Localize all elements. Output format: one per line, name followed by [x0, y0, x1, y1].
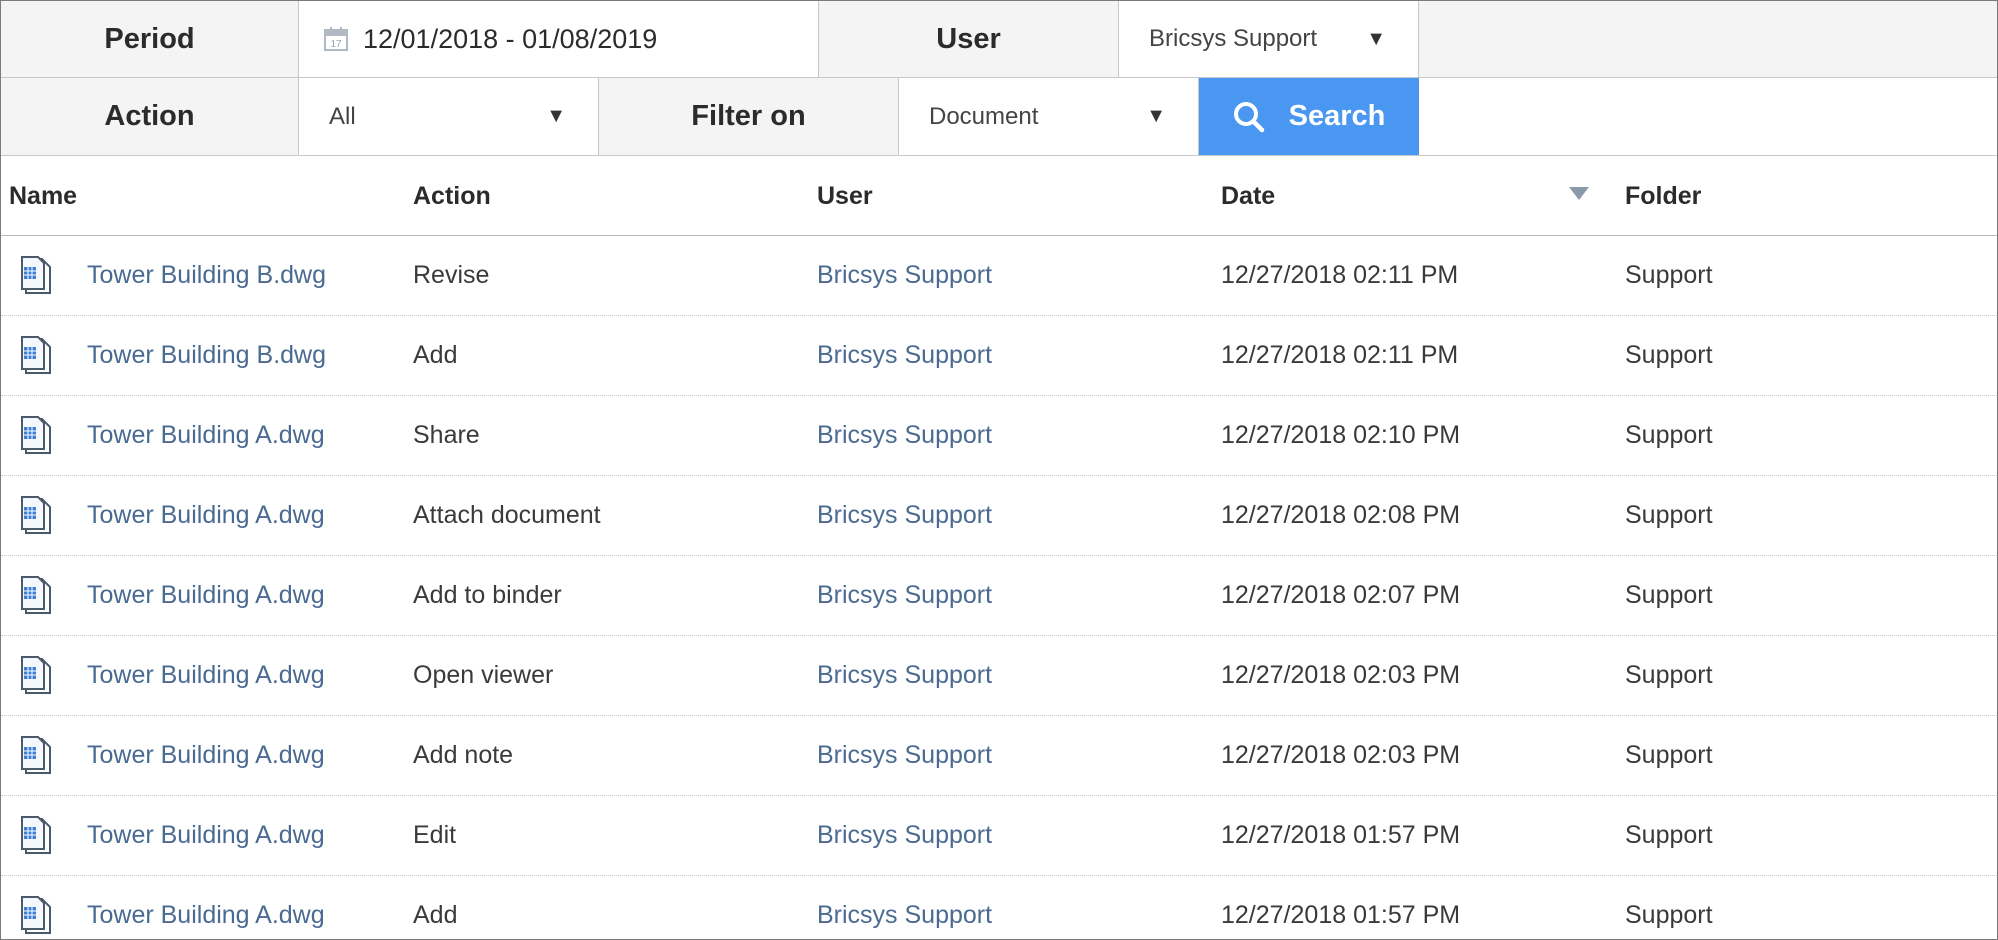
row-action: Add note	[413, 741, 514, 769]
row-user-link[interactable]: Bricsys Support	[817, 716, 992, 795]
row-folder: Support	[1625, 901, 1713, 929]
row-user-link[interactable]: Bricsys Support	[817, 316, 992, 395]
column-header-date[interactable]: Date	[1221, 156, 1275, 236]
row-action: Share	[413, 421, 480, 449]
dwg-file-icon	[21, 256, 51, 294]
period-date-range-input[interactable]: 17 12/01/2018 - 01/08/2019	[299, 1, 819, 78]
filter-row-spacer	[1419, 78, 1997, 156]
row-date: 12/27/2018 02:07 PM	[1221, 581, 1461, 609]
row-action: Revise	[413, 261, 490, 289]
row-date: 12/27/2018 02:03 PM	[1221, 741, 1461, 769]
table-row[interactable]: Tower Building A.dwg Attach document Bri…	[1, 476, 1997, 556]
row-name-link[interactable]: Tower Building B.dwg	[87, 236, 326, 315]
calendar-icon[interactable]: 17	[323, 26, 349, 52]
search-button[interactable]: Search	[1199, 78, 1419, 156]
dwg-file-icon	[21, 576, 51, 614]
filter-row-spacer	[1419, 1, 1997, 78]
dwg-file-icon	[21, 896, 51, 934]
row-user-link[interactable]: Bricsys Support	[817, 636, 992, 715]
filter-on-label: Filter on	[599, 78, 899, 156]
row-action: Edit	[413, 821, 457, 849]
row-folder: Support	[1625, 421, 1713, 449]
column-header-name[interactable]: Name	[9, 156, 77, 236]
dwg-file-icon	[21, 336, 51, 374]
row-name-link[interactable]: Tower Building A.dwg	[87, 396, 325, 475]
table-header: Name Action User Date Folder	[1, 156, 1997, 236]
audit-log-panel: Period 17 12/01/2018 - 01/08/2019 User B…	[0, 0, 1998, 940]
sort-descending-icon[interactable]	[1569, 187, 1589, 200]
column-header-folder[interactable]: Folder	[1625, 156, 1701, 236]
row-name-link[interactable]: Tower Building A.dwg	[87, 556, 325, 635]
user-filter-value: Bricsys Support	[1149, 25, 1318, 52]
row-name-link[interactable]: Tower Building A.dwg	[87, 796, 325, 875]
table-row[interactable]: Tower Building B.dwg Add Bricsys Support…	[1, 316, 1997, 396]
column-header-user[interactable]: User	[817, 156, 873, 236]
row-action: Add	[413, 901, 458, 929]
filter-on-value: Document	[929, 102, 1039, 130]
row-name-link[interactable]: Tower Building A.dwg	[87, 876, 325, 939]
table-row[interactable]: Tower Building A.dwg Open viewer Bricsys…	[1, 636, 1997, 716]
table-row[interactable]: Tower Building A.dwg Add note Bricsys Su…	[1, 716, 1997, 796]
row-action: Attach document	[413, 501, 601, 529]
dwg-file-icon	[21, 816, 51, 854]
row-name-link[interactable]: Tower Building B.dwg	[87, 316, 326, 395]
row-user-link[interactable]: Bricsys Support	[817, 476, 992, 555]
row-action: Open viewer	[413, 661, 554, 689]
column-header-action[interactable]: Action	[413, 156, 491, 236]
row-user-link[interactable]: Bricsys Support	[817, 236, 992, 315]
row-folder: Support	[1625, 341, 1713, 369]
user-filter-label: User	[819, 1, 1119, 78]
period-label: Period	[1, 1, 299, 78]
row-action: Add to binder	[413, 581, 562, 609]
row-date: 12/27/2018 01:57 PM	[1221, 901, 1461, 929]
row-date: 12/27/2018 02:11 PM	[1221, 261, 1459, 289]
row-name-link[interactable]: Tower Building A.dwg	[87, 636, 325, 715]
filter-on-select[interactable]: Document ▼	[899, 78, 1199, 156]
row-user-link[interactable]: Bricsys Support	[817, 556, 992, 635]
table-row[interactable]: Tower Building A.dwg Edit Bricsys Suppor…	[1, 796, 1997, 876]
dwg-file-icon	[21, 416, 51, 454]
action-filter-label: Action	[1, 78, 299, 156]
row-date: 12/27/2018 02:08 PM	[1221, 501, 1461, 529]
row-folder: Support	[1625, 261, 1713, 289]
caret-down-icon: ▼	[1366, 27, 1386, 50]
row-date: 12/27/2018 02:10 PM	[1221, 421, 1461, 449]
row-user-link[interactable]: Bricsys Support	[817, 396, 992, 475]
action-filter-value: All	[329, 102, 356, 130]
row-folder: Support	[1625, 661, 1713, 689]
magnifier-icon	[1233, 101, 1264, 132]
table-row[interactable]: Tower Building A.dwg Add to binder Brics…	[1, 556, 1997, 636]
dwg-file-icon	[21, 736, 51, 774]
period-value: 12/01/2018 - 01/08/2019	[363, 23, 658, 54]
caret-down-icon: ▼	[546, 105, 566, 127]
row-action: Add	[413, 341, 458, 369]
row-folder: Support	[1625, 821, 1713, 849]
row-user-link[interactable]: Bricsys Support	[817, 876, 992, 939]
row-folder: Support	[1625, 581, 1713, 609]
search-button-label: Search	[1288, 100, 1386, 132]
user-filter-select[interactable]: Bricsys Support ▼	[1119, 1, 1419, 78]
table-row[interactable]: Tower Building A.dwg Add Bricsys Support…	[1, 876, 1997, 939]
row-date: 12/27/2018 01:57 PM	[1221, 821, 1461, 849]
table-row[interactable]: Tower Building A.dwg Share Bricsys Suppo…	[1, 396, 1997, 476]
row-user-link[interactable]: Bricsys Support	[817, 796, 992, 875]
row-name-link[interactable]: Tower Building A.dwg	[87, 476, 325, 555]
row-date: 12/27/2018 02:11 PM	[1221, 341, 1459, 369]
row-folder: Support	[1625, 501, 1713, 529]
caret-down-icon: ▼	[1146, 105, 1166, 127]
row-name-link[interactable]: Tower Building A.dwg	[87, 716, 325, 795]
row-folder: Support	[1625, 741, 1713, 769]
action-filter-select[interactable]: All ▼	[299, 78, 599, 156]
svg-text:17: 17	[330, 39, 342, 50]
dwg-file-icon	[21, 656, 51, 694]
row-date: 12/27/2018 02:03 PM	[1221, 661, 1461, 689]
dwg-file-icon	[21, 496, 51, 534]
table-row[interactable]: Tower Building B.dwg Revise Bricsys Supp…	[1, 236, 1997, 316]
